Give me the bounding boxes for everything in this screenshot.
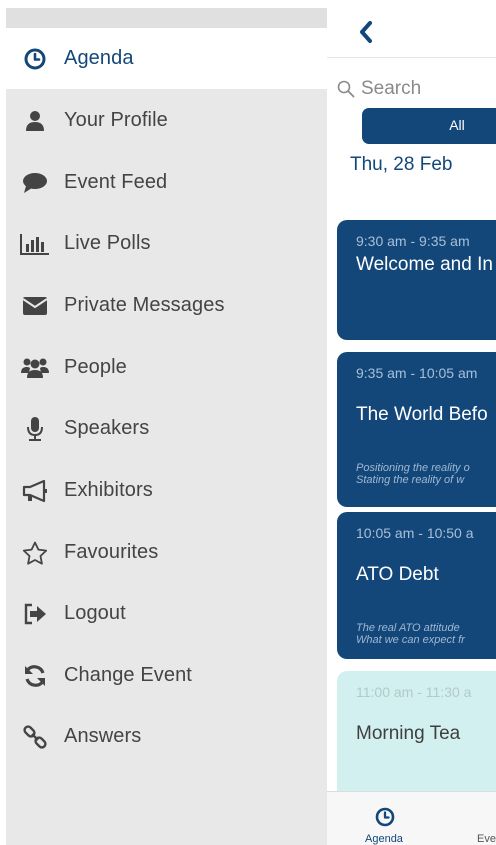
sidebar-item-speakers[interactable]: Speakers [6,398,327,459]
agenda-panel: Search All Thu, 28 Feb 9:30 am - 9:35 am… [327,8,496,845]
sidebar-item-favourites[interactable]: Favourites [6,522,327,583]
microphone-icon [6,398,64,459]
session-time: 9:30 am - 9:35 am [356,233,470,249]
person-icon [6,90,64,151]
session-description-line: Stating the reality of w [356,474,465,486]
sidebar-item-label: Event Feed [64,171,168,193]
search-icon [337,80,355,98]
clock-icon [375,807,395,827]
session-time: 9:35 am - 10:05 am [356,365,478,381]
sign-out-icon [6,583,64,644]
sidebar-item-exhibitors[interactable]: Exhibitors [6,460,327,521]
sidebar-item-label: Logout [64,602,126,624]
sidebar-item-label: Favourites [64,541,159,563]
navigation-bar [327,8,496,58]
bottom-tab-bar: Agenda Eve [327,791,496,845]
session-description-line: Positioning the reality o [356,462,470,474]
session-card-break[interactable]: 11:00 am - 11:30 a Morning Tea [337,671,496,811]
chevron-left-icon [360,21,372,43]
session-title: ATO Debt [356,564,439,585]
group-icon [6,337,64,398]
session-card[interactable]: 9:35 am - 10:05 am The World Befo Positi… [337,352,496,507]
session-card[interactable]: 10:05 am - 10:50 a ATO Debt The real ATO… [337,512,496,659]
filter-all-label: All [449,117,465,133]
filter-all-button[interactable]: All [362,108,496,144]
sidebar-item-agenda[interactable]: Agenda [6,28,327,89]
tab-label: Eve [477,833,496,845]
sidebar-item-private-messages[interactable]: Private Messages [6,275,327,336]
sidebar-item-label: Exhibitors [64,479,153,501]
sidebar-item-label: Your Profile [64,109,168,131]
sidebar-item-your-profile[interactable]: Your Profile [6,90,327,151]
sidebar-item-people[interactable]: People [6,337,327,398]
sidebar-top-strip [6,8,327,28]
sidebar-item-label: Private Messages [64,294,225,316]
sidebar-item-logout[interactable]: Logout [6,583,327,644]
session-description-line: The real ATO attitude [356,622,460,634]
sidebar-item-label: Speakers [64,417,150,439]
sidebar-item-change-event[interactable]: Change Event [6,645,327,706]
sidebar-item-label: People [64,356,127,378]
session-title: The World Befo [356,404,488,425]
session-card[interactable]: 9:30 am - 9:35 am Welcome and In [337,220,496,340]
clock-icon [6,28,64,89]
envelope-icon [6,275,64,336]
sidebar-item-label: Agenda [64,47,134,69]
sidebar-item-label: Change Event [64,664,192,686]
search-field[interactable]: Search [337,70,496,108]
session-title: Welcome and In [356,254,493,275]
sidebar-item-label: Live Polls [64,232,151,254]
sidebar-item-label: Answers [64,725,142,747]
sidebar-item-live-polls[interactable]: Live Polls [6,213,327,274]
session-title: Morning Tea [356,723,461,744]
back-button[interactable] [355,20,379,44]
search-placeholder: Search [361,78,422,99]
session-description-line: What we can expect fr [356,634,465,646]
megaphone-icon [6,460,64,521]
link-icon [6,706,64,767]
refresh-icon [6,645,64,706]
session-time: 11:00 am - 11:30 a [356,684,472,700]
sidebar-item-event-feed[interactable]: Event Feed [6,152,327,213]
bar-chart-icon [6,213,64,274]
speech-bubble-icon [6,152,64,213]
star-outline-icon [6,522,64,583]
sidebar-menu: Agenda Your Profile Event Feed Live Poll… [6,8,327,845]
date-header: Thu, 28 Feb [350,154,453,175]
sidebar-item-answers[interactable]: Answers [6,706,327,767]
session-time: 10:05 am - 10:50 a [356,525,474,541]
tab-label: Agenda [365,833,403,845]
